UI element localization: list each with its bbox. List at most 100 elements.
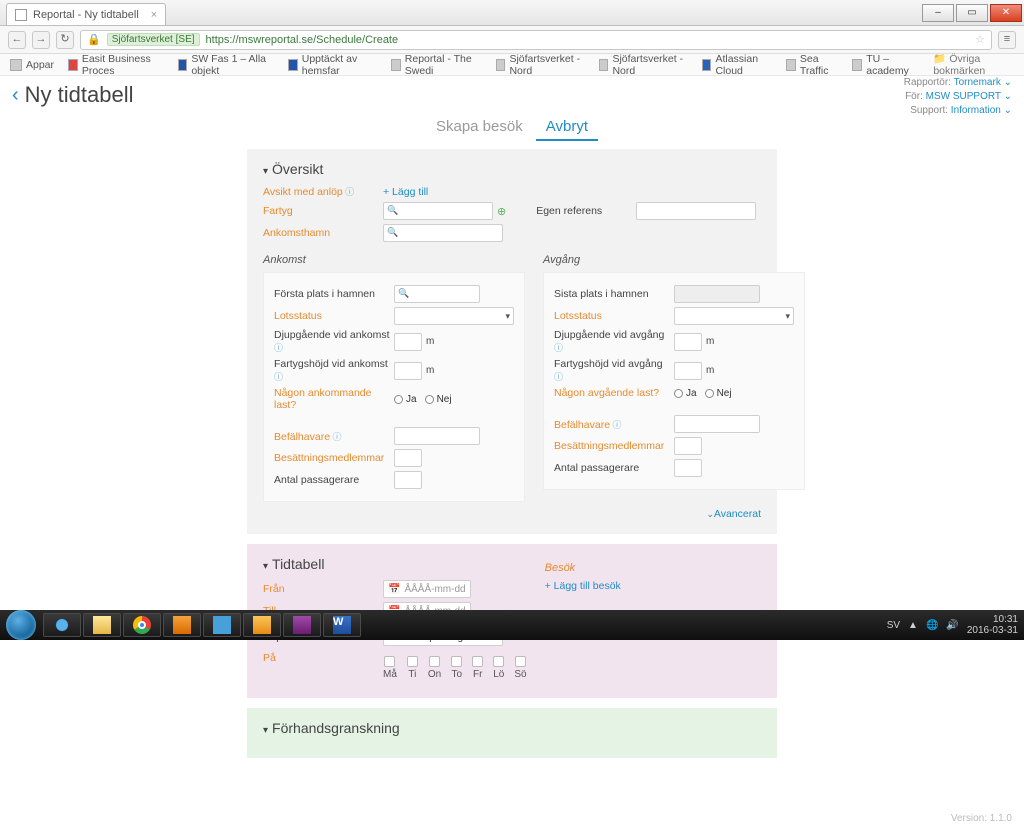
- preview-header[interactable]: Förhandsgranskning: [263, 720, 761, 736]
- day-thu-checkbox[interactable]: [451, 656, 462, 667]
- label-crew-arr: Besättningsmedlemmar: [274, 452, 384, 464]
- last-place-input[interactable]: [674, 285, 760, 303]
- bookmark-item[interactable]: Reportal - The Swedi: [391, 53, 482, 77]
- window-close-button[interactable]: ✕: [990, 4, 1022, 22]
- bookmark-item[interactable]: Easit Business Proces: [68, 53, 163, 77]
- arrival-subhead: Ankomst: [263, 254, 525, 266]
- browser-menu-button[interactable]: ≡: [998, 31, 1016, 49]
- bookmark-item[interactable]: Sjöfartsverket - Nord: [599, 53, 688, 77]
- arrival-panel: Första plats i hamnen Lotsstatus Djupgåe…: [263, 272, 525, 502]
- back-chevron-icon[interactable]: ‹: [12, 84, 19, 107]
- label-avsikt: Avsikt med anlöp: [263, 186, 354, 198]
- taskbar-chrome[interactable]: [123, 613, 161, 637]
- day-mon-checkbox[interactable]: [384, 656, 395, 667]
- label-draft-arr: Djupgående vid ankomst: [274, 329, 390, 354]
- taskbar-media[interactable]: [163, 613, 201, 637]
- reporter-link[interactable]: Tornemark: [954, 77, 1001, 88]
- pax-dep-input[interactable]: [674, 459, 702, 477]
- tab-create-visit[interactable]: Skapa besök: [426, 114, 533, 139]
- bookmark-item[interactable]: Atlassian Cloud: [702, 53, 773, 77]
- label-height-dep: Fartygshöjd vid avgång: [554, 358, 663, 383]
- pilot-status-arr-select[interactable]: [394, 307, 514, 325]
- for-link[interactable]: MSW SUPPORT: [926, 91, 1001, 102]
- tray-network-icon[interactable]: 🌐: [926, 620, 938, 631]
- own-reference-input[interactable]: [636, 202, 756, 220]
- day-wed-checkbox[interactable]: [429, 656, 440, 667]
- outbound-cargo-nej-radio[interactable]: Nej: [705, 388, 732, 399]
- bookmark-item[interactable]: Upptäckt av hemsfar: [288, 53, 377, 77]
- start-button[interactable]: [6, 610, 36, 640]
- overview-header[interactable]: Översikt: [263, 161, 761, 177]
- label-pax-dep: Antal passagerare: [554, 462, 639, 474]
- close-tab-icon[interactable]: ×: [151, 9, 157, 21]
- day-fri-checkbox[interactable]: [472, 656, 483, 667]
- advanced-toggle[interactable]: Avancerat: [263, 508, 761, 520]
- https-chip: Sjöfartsverket [SE]: [107, 33, 200, 46]
- apps-button[interactable]: Appar: [10, 59, 54, 71]
- departure-subhead: Avgång: [543, 254, 805, 266]
- bookmark-item[interactable]: Sea Traffic: [786, 53, 838, 77]
- bookmark-item[interactable]: TU – academy: [852, 53, 919, 77]
- tab-cancel[interactable]: Avbryt: [536, 114, 598, 141]
- taskbar-outlook[interactable]: [243, 613, 281, 637]
- tray-volume-icon[interactable]: 🔊: [946, 620, 958, 631]
- crew-arr-input[interactable]: [394, 449, 422, 467]
- bookmark-item[interactable]: Sjöfartsverket - Nord: [496, 53, 585, 77]
- add-intention-link[interactable]: + Lägg till: [383, 186, 428, 198]
- day-sun-checkbox[interactable]: [515, 656, 526, 667]
- add-vessel-icon[interactable]: ⊕: [497, 205, 506, 218]
- tray-clock[interactable]: 10:31 2016-03-31: [967, 614, 1018, 636]
- inbound-cargo-ja-radio[interactable]: Ja: [394, 394, 417, 405]
- taskbar-word[interactable]: W: [323, 613, 361, 637]
- window-titlebar: Reportal - Ny tidtabell × – ▭ ✕: [0, 0, 1024, 26]
- draft-dep-input[interactable]: [674, 333, 702, 351]
- outbound-cargo-ja-radio[interactable]: Ja: [674, 388, 697, 399]
- unit-m: m: [706, 336, 714, 347]
- add-visit-link[interactable]: + Lägg till besök: [545, 580, 761, 592]
- page-title: ‹ Ny tidtabell: [12, 82, 1012, 108]
- taskbar-ie[interactable]: [43, 613, 81, 637]
- label-last-place: Sista plats i hamnen: [554, 288, 649, 300]
- arrival-port-input[interactable]: [383, 224, 503, 242]
- other-bookmarks[interactable]: 📁 Övriga bokmärken: [933, 52, 1014, 77]
- chevron-down-icon[interactable]: ⌄: [1004, 105, 1012, 116]
- nav-forward-button[interactable]: →: [32, 31, 50, 49]
- browser-tab[interactable]: Reportal - Ny tidtabell ×: [6, 3, 166, 25]
- tray-lang[interactable]: SV: [887, 620, 900, 631]
- window-maximize-button[interactable]: ▭: [956, 4, 988, 22]
- draft-arr-input[interactable]: [394, 333, 422, 351]
- bookmark-item[interactable]: SW Fas 1 – Alla objekt: [178, 53, 274, 77]
- crew-dep-input[interactable]: [674, 437, 702, 455]
- vessel-input[interactable]: [383, 202, 493, 220]
- taskbar-onenote[interactable]: [283, 613, 321, 637]
- address-bar[interactable]: 🔒 Sjöfartsverket [SE] https://mswreporta…: [80, 30, 992, 50]
- timetable-header[interactable]: Tidtabell: [263, 556, 527, 572]
- day-sat-checkbox[interactable]: [493, 656, 504, 667]
- window-minimize-button[interactable]: –: [922, 4, 954, 22]
- master-arr-input[interactable]: [394, 427, 480, 445]
- master-dep-input[interactable]: [674, 415, 760, 433]
- label-height-arr: Fartygshöjd vid ankomst: [274, 358, 388, 383]
- tray-flag-icon[interactable]: ▲: [908, 620, 918, 631]
- pax-arr-input[interactable]: [394, 471, 422, 489]
- day-tue-checkbox[interactable]: [407, 656, 418, 667]
- taskbar-lync[interactable]: [203, 613, 241, 637]
- pilot-status-dep-select[interactable]: [674, 307, 794, 325]
- height-dep-input[interactable]: [674, 362, 702, 380]
- nav-back-button[interactable]: ←: [8, 31, 26, 49]
- label-draft-dep: Djupgående vid avgång: [554, 329, 664, 354]
- height-arr-input[interactable]: [394, 362, 422, 380]
- unit-m: m: [426, 336, 434, 347]
- bookmark-star-icon[interactable]: ☆: [975, 33, 985, 46]
- from-date-input[interactable]: 📅ÅÅÅÅ-mm-dd: [383, 580, 471, 598]
- inbound-cargo-nej-radio[interactable]: Nej: [425, 394, 452, 405]
- first-place-input[interactable]: [394, 285, 480, 303]
- support-link[interactable]: Information: [951, 105, 1001, 116]
- chevron-down-icon[interactable]: ⌄: [1004, 77, 1012, 88]
- day-checkboxes: Må Ti On To Fr Lö Sö: [383, 656, 527, 680]
- taskbar-explorer[interactable]: [83, 613, 121, 637]
- label-crew-dep: Besättningsmedlemmar: [554, 440, 664, 452]
- nav-reload-button[interactable]: ↻: [56, 31, 74, 49]
- bookmarks-bar: Appar Easit Business Proces SW Fas 1 – A…: [0, 54, 1024, 76]
- chevron-down-icon[interactable]: ⌄: [1004, 91, 1012, 102]
